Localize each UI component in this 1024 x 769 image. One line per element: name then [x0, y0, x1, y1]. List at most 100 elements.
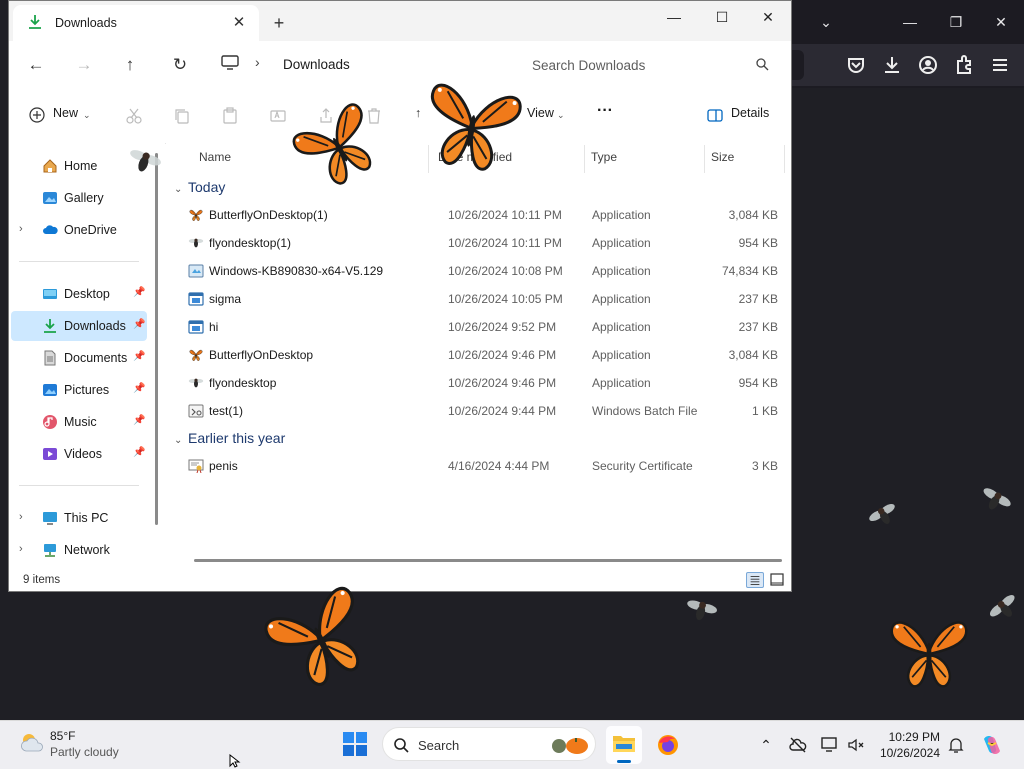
menu-icon[interactable]: [988, 53, 1012, 77]
partly-cloudy-icon[interactable]: [18, 729, 46, 757]
close-tab-icon[interactable]: ✕: [227, 11, 251, 35]
file-row[interactable]: test(1) 10/26/2024 9:44 PM Windows Batch…: [182, 398, 780, 424]
copy-icon[interactable]: [173, 107, 191, 125]
notification-bell-icon[interactable]: [946, 735, 966, 755]
sidebar-item-gallery[interactable]: Gallery: [11, 183, 147, 213]
this-pc-icon: [221, 55, 239, 70]
clock-time[interactable]: 10:29 PM: [878, 730, 940, 744]
sidebar-scrollbar[interactable]: [155, 153, 158, 525]
file-date: 10/26/2024 10:05 PM: [448, 292, 563, 306]
list-all-tabs-icon[interactable]: ⌄: [814, 10, 838, 34]
expand-chevron-icon[interactable]: ›: [19, 511, 23, 523]
extensions-icon[interactable]: [952, 53, 976, 77]
file-row[interactable]: sigma 10/26/2024 10:05 PM Application 23…: [182, 286, 780, 312]
taskbar-file-explorer[interactable]: [606, 726, 642, 764]
file-row[interactable]: flyondesktop 10/26/2024 9:46 PM Applicat…: [182, 370, 780, 396]
column-separator[interactable]: [784, 145, 785, 173]
up-arrow-icon[interactable]: ↑: [117, 53, 143, 77]
view-dropdown-chevron-icon[interactable]: ⌄: [557, 110, 565, 130]
command-bar: New ⌄ ↑ View ⌄ ··· Details: [9, 89, 791, 144]
display-icon[interactable]: [820, 735, 840, 755]
search-placeholder: Search Downloads: [532, 58, 646, 73]
new-button[interactable]: New: [53, 106, 78, 126]
column-header-name[interactable]: Name: [199, 150, 231, 164]
file-type: Application: [592, 264, 651, 278]
sidebar-item-documents[interactable]: Documents 📌: [11, 343, 147, 373]
details-view-icon[interactable]: [746, 572, 764, 588]
file-type: Application: [592, 376, 651, 390]
file-row[interactable]: ButterflyOnDesktop 10/26/2024 9:46 PM Ap…: [182, 342, 780, 368]
file-row[interactable]: flyondesktop(1) 10/26/2024 10:11 PM Appl…: [182, 230, 780, 256]
sidebar-item-desktop[interactable]: Desktop 📌: [11, 279, 147, 309]
file-size: 237 KB: [738, 292, 778, 306]
pin-icon: 📌: [133, 383, 146, 394]
collapse-chevron-icon[interactable]: ⌄: [174, 184, 188, 195]
file-date: 10/26/2024 9:44 PM: [448, 404, 557, 418]
taskbar-firefox[interactable]: [650, 726, 686, 764]
column-header-type[interactable]: Type: [591, 150, 617, 164]
pin-icon: 📌: [133, 447, 146, 458]
windows-start-icon[interactable]: [342, 731, 368, 757]
browser-minimize-button[interactable]: —: [898, 10, 922, 34]
close-button[interactable]: ✕: [745, 5, 791, 29]
butterfly-app-icon: [188, 208, 204, 222]
breadcrumb-downloads[interactable]: Downloads: [283, 57, 350, 72]
group-header-today[interactable]: ⌄ Today: [174, 179, 225, 195]
weather-condition[interactable]: Partly cloudy: [50, 745, 119, 759]
search-icon: [756, 58, 769, 71]
sidebar-item-network[interactable]: › Network: [11, 535, 147, 565]
copilot-icon[interactable]: [980, 733, 1004, 757]
weather-temperature[interactable]: 85°F: [50, 729, 75, 743]
group-header-earlier-this-year[interactable]: ⌄ Earlier this year: [174, 430, 285, 446]
expand-chevron-icon[interactable]: ›: [19, 223, 23, 235]
file-row[interactable]: Windows-KB890830-x64-V5.129 10/26/2024 1…: [182, 258, 780, 284]
search-box[interactable]: Search Downloads: [517, 47, 781, 81]
browser-close-button[interactable]: ✕: [989, 10, 1013, 34]
sidebar-item-music[interactable]: Music 📌: [11, 407, 147, 437]
sidebar-item-onedrive[interactable]: › OneDrive: [11, 215, 147, 245]
downloads-icon[interactable]: [880, 53, 904, 77]
column-header-size[interactable]: Size: [711, 150, 734, 164]
file-type: Application: [592, 208, 651, 222]
sidebar-item-this-pc[interactable]: › This PC: [11, 503, 147, 533]
navigation-pane: Home Gallery › OneDrive Desktop 📌 Downlo…: [9, 143, 165, 569]
maximize-button[interactable]: ☐: [699, 5, 745, 29]
account-icon[interactable]: [916, 53, 940, 77]
new-tab-button[interactable]: +: [267, 11, 291, 35]
file-size: 3,084 KB: [728, 348, 778, 362]
taskbar-search[interactable]: Search: [382, 727, 596, 761]
onedrive-offline-icon[interactable]: [788, 735, 808, 755]
tiles-view-icon[interactable]: [768, 572, 786, 588]
details-button[interactable]: Details: [731, 106, 769, 126]
file-name: penis: [209, 459, 238, 473]
forward-arrow-icon[interactable]: →: [71, 53, 97, 77]
minimize-button[interactable]: —: [651, 5, 697, 29]
this-pc-icon: [43, 512, 57, 525]
sidebar-item-pictures[interactable]: Pictures 📌: [11, 375, 147, 405]
file-row[interactable]: ButterflyOnDesktop(1) 10/26/2024 10:11 P…: [182, 202, 780, 228]
sidebar-item-videos[interactable]: Videos 📌: [11, 439, 147, 469]
column-separator[interactable]: [584, 145, 585, 173]
file-row[interactable]: hi 10/26/2024 9:52 PM Application 237 KB: [182, 314, 780, 340]
documents-icon: [44, 350, 56, 366]
refresh-icon[interactable]: ↻: [167, 53, 193, 77]
browser-url-bar[interactable]: [792, 50, 804, 80]
file-row[interactable]: penis 4/16/2024 4:44 PM Security Certifi…: [182, 453, 780, 479]
paste-icon[interactable]: [221, 107, 239, 125]
file-date: 10/26/2024 10:11 PM: [448, 208, 562, 222]
expand-chevron-icon[interactable]: ›: [19, 543, 23, 555]
sidebar-item-downloads[interactable]: Downloads 📌: [11, 311, 147, 341]
cut-icon[interactable]: [125, 107, 143, 125]
see-more-button[interactable]: ···: [597, 102, 613, 122]
show-hidden-icons-chevron-icon[interactable]: ⌃: [756, 735, 776, 755]
clock-date[interactable]: 10/26/2024: [878, 746, 940, 760]
collapse-chevron-icon[interactable]: ⌄: [174, 435, 188, 446]
back-arrow-icon[interactable]: ←: [23, 53, 49, 77]
browser-restore-button[interactable]: ❐: [944, 10, 968, 34]
new-dropdown-chevron-icon[interactable]: ⌄: [83, 110, 91, 130]
tab-downloads[interactable]: Downloads ✕: [13, 5, 259, 41]
column-separator[interactable]: [704, 145, 705, 173]
pocket-icon[interactable]: [844, 53, 868, 77]
volume-muted-icon[interactable]: [846, 735, 866, 755]
horizontal-scrollbar[interactable]: [194, 559, 782, 562]
